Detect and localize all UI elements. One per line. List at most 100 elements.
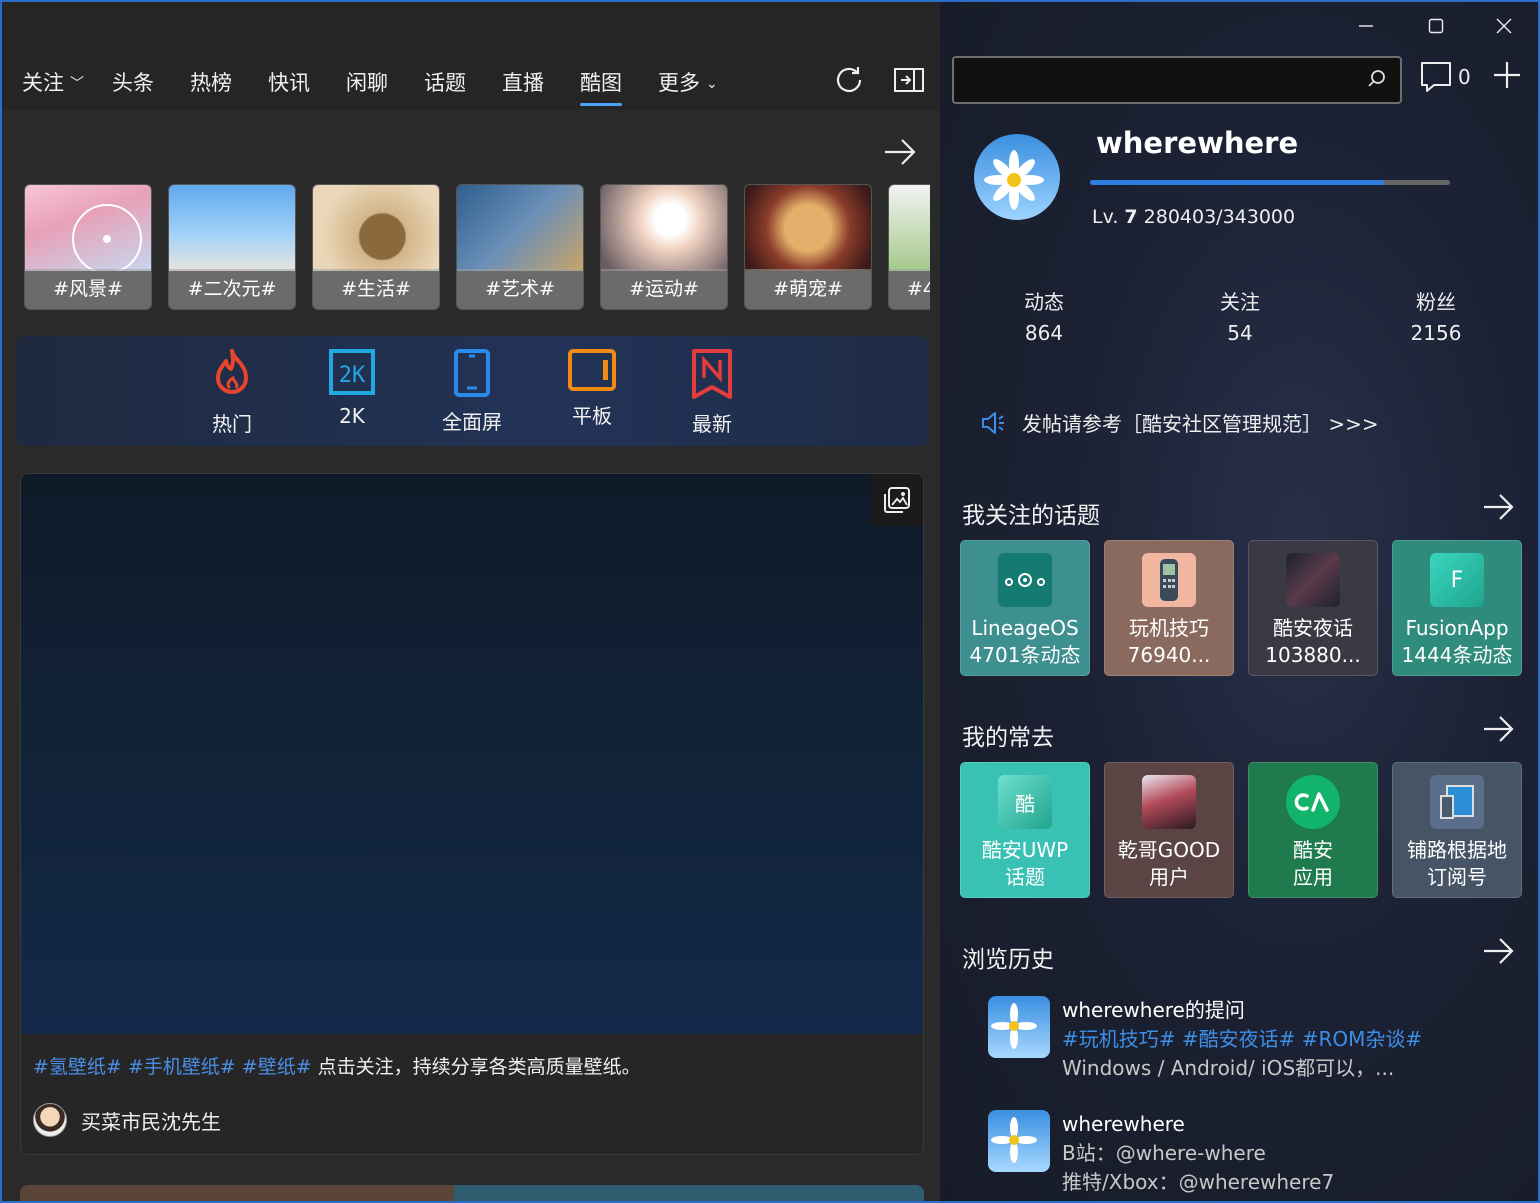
history-title: wherewhere (1062, 1112, 1185, 1136)
author-name[interactable]: 买菜市民沈先生 (81, 1106, 221, 1135)
topic-fusionapp[interactable]: F FusionApp 1444条动态 (1392, 540, 1522, 676)
speaker-icon (982, 411, 1004, 434)
profile-pane: 0 wherewhere Lv. 7 280403/343000 动态 864 关注 5… (940, 2, 1538, 1201)
tag-life[interactable]: #生活# (312, 184, 440, 310)
section-frequent: 我的常去 (962, 725, 1054, 751)
post-description: #氢壁纸# #手机壁纸# #壁纸# 点击关注，持续分享各类高质量壁纸。 (33, 1052, 641, 1079)
collapse-pane-icon[interactable] (892, 62, 926, 98)
nav-hot-list[interactable]: 热榜 (190, 66, 232, 100)
image-gallery-icon[interactable] (871, 474, 923, 526)
fusionapp-icon: F (1430, 553, 1484, 607)
history-snippet: Windows / Android/ iOS都可以，... (1062, 1056, 1395, 1080)
messages-button[interactable]: 0 (1420, 60, 1471, 94)
tag-scenery[interactable]: #风景# (24, 184, 152, 310)
refresh-icon[interactable] (832, 62, 866, 98)
frequent-user-qiange[interactable]: 乾哥GOOD 用户 (1104, 762, 1234, 898)
plus-icon (1494, 62, 1520, 88)
post-card[interactable]: #氢壁纸# #手机壁纸# #壁纸# 点击关注，持续分享各类高质量壁纸。 买菜市民… (20, 473, 924, 1155)
frequent-coolapk-uwp[interactable]: 酷 酷安UWP 话题 (960, 762, 1090, 898)
arrow-right-icon[interactable] (1482, 714, 1516, 748)
topic-coolapk-night-talk[interactable]: 酷安夜话 103880... (1248, 540, 1378, 676)
devices-icon (1430, 775, 1484, 829)
section-history: 浏览历史 (962, 947, 1054, 973)
nav-follow[interactable]: 关注 ﹀ (22, 66, 84, 100)
user-avatar-icon (1142, 775, 1196, 829)
arrow-right-icon[interactable] (1482, 492, 1516, 526)
tag-anime[interactable]: #二次元# (168, 184, 296, 310)
coolapk-uwp-icon: 酷 (998, 775, 1052, 829)
post-image[interactable] (21, 474, 923, 1034)
flame-icon (216, 349, 248, 394)
tag-image (889, 185, 930, 271)
stat-followers[interactable]: 粉丝 2156 (1376, 286, 1496, 345)
tag-art[interactable]: #艺术# (456, 184, 584, 310)
avatar (988, 996, 1050, 1058)
night-city-icon (1286, 553, 1340, 607)
topic-lineageos[interactable]: LineageOS 4701条动态 (960, 540, 1090, 676)
tag-image (457, 185, 583, 271)
hashtag-link[interactable]: #壁纸# (242, 1056, 312, 1078)
nav-cool-pics[interactable]: 酷图 (580, 66, 622, 106)
category-hot[interactable]: 热门 (182, 348, 282, 437)
username[interactable]: wherewhere (1096, 126, 1298, 160)
maximize-button[interactable] (1416, 10, 1456, 42)
svg-text:2K: 2K (339, 363, 366, 388)
coolapk-logo-icon (1286, 775, 1340, 829)
add-post-button[interactable] (1492, 60, 1522, 94)
stat-following[interactable]: 关注 54 (1180, 286, 1300, 345)
search-icon[interactable] (1366, 68, 1388, 94)
minimize-button[interactable] (1346, 10, 1386, 42)
nav-more[interactable]: 更多 ⌄ (658, 66, 718, 100)
frequent-subscription[interactable]: 铺路根据地 订阅号 (1392, 762, 1522, 898)
tag-carousel: #风景# #二次元# #生活# #艺术# #运动# #萌宠# # (24, 184, 930, 312)
tag-image (313, 185, 439, 271)
search-field[interactable] (964, 66, 1354, 94)
hashtag-link[interactable]: #氢壁纸# (33, 1056, 122, 1078)
lineageos-icon (998, 553, 1052, 607)
chat-icon (1421, 62, 1451, 92)
tag-image (169, 185, 295, 271)
app-window: 关注 ﹀ 头条 热榜 快讯 闲聊 话题 直播 酷图 更多 ⌄ #风景# #二次元… (0, 0, 1540, 1203)
category-fullscreen[interactable]: 全面屏 (422, 348, 522, 435)
next-post-card[interactable] (20, 1185, 924, 1201)
xp-progress-bar (1090, 180, 1450, 185)
tag-pets[interactable]: #萌宠# (744, 184, 872, 310)
close-button[interactable] (1484, 10, 1524, 42)
category-bar: 热门 2K 2K 全面屏 平板 最新 (16, 336, 928, 446)
tags-more-arrow-icon[interactable] (882, 136, 918, 168)
tablet-icon (568, 349, 616, 391)
arrow-right-icon[interactable] (1482, 936, 1516, 970)
avatar[interactable] (33, 1103, 67, 1137)
message-count: 0 (1458, 65, 1471, 89)
nav-live[interactable]: 直播 (502, 66, 544, 100)
nav-chat[interactable]: 闲聊 (346, 66, 388, 100)
search-input[interactable] (952, 56, 1402, 104)
hashtag-link[interactable]: #手机壁纸# (128, 1056, 236, 1078)
nav-headlines[interactable]: 头条 (112, 66, 154, 100)
category-newest[interactable]: 最新 (662, 348, 762, 437)
community-notice[interactable]: 发帖请参考［酷安社区管理规范］ >>> (980, 408, 1379, 437)
nav-news-flash[interactable]: 快讯 (268, 66, 310, 100)
section-followed-topics: 我关注的话题 (962, 503, 1100, 529)
post-author[interactable]: 买菜市民沈先生 (33, 1102, 221, 1138)
topic-phone-tips[interactable]: 玩机技巧 76940... (1104, 540, 1234, 676)
history-title: wherewhere的提问 (1062, 998, 1245, 1022)
level-info: Lv. 7 280403/343000 (1092, 206, 1296, 228)
tag-image (601, 185, 727, 271)
phone-icon (1142, 553, 1196, 607)
nav-topics[interactable]: 话题 (424, 66, 466, 100)
avatar[interactable] (974, 134, 1060, 220)
phone-icon (454, 349, 490, 397)
tag-sports[interactable]: #运动# (600, 184, 728, 310)
frequent-coolapk-app[interactable]: 酷安 应用 (1248, 762, 1378, 898)
history-tags[interactable]: #玩机技巧# #酷安夜话# #ROM杂谈# (1062, 1025, 1422, 1054)
avatar (988, 1110, 1050, 1172)
tag-partial[interactable]: #4 (888, 184, 930, 310)
history-snippet: 推特/Xbox：@wherewhere7 (1062, 1170, 1335, 1194)
chevron-down-icon: ﹀ (70, 76, 84, 92)
category-tablet[interactable]: 平板 (542, 348, 642, 429)
post-text: 点击关注，持续分享各类高质量壁纸。 (317, 1056, 641, 1078)
stat-posts[interactable]: 动态 864 (984, 286, 1104, 345)
2k-icon: 2K (329, 349, 375, 395)
category-2k[interactable]: 2K 2K (302, 348, 402, 428)
